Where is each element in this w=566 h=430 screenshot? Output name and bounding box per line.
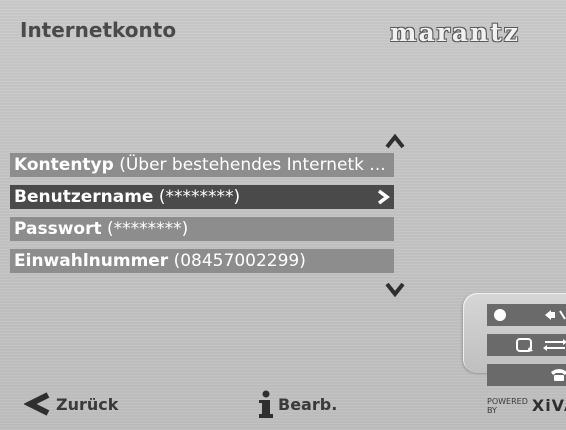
powered-by-text: POWERED BY: [487, 396, 528, 415]
list-item-benutzername[interactable]: Benutzername (********): [10, 185, 394, 209]
list-item-value: (08457002299): [168, 251, 306, 271]
chevron-right-icon: [377, 189, 390, 205]
repeat-shuffle-button[interactable]: [487, 334, 566, 356]
list-item-key: Einwahlnummer: [14, 251, 169, 271]
xiva-logo: POWERED BY XiVA: [487, 396, 566, 415]
arrow-left-icon: [24, 392, 50, 416]
list-item-passwort[interactable]: Passwort (********): [10, 217, 394, 241]
list-item-key: Benutzername: [14, 187, 154, 207]
list-item-value: (********): [101, 219, 189, 239]
repeat-icon: [516, 338, 566, 352]
brand-logo: marantz: [390, 18, 520, 46]
phone-icon: [551, 369, 566, 381]
list-item-key: Passwort: [14, 219, 102, 239]
edit-label: Bearb.: [278, 394, 338, 414]
edit-button[interactable]: Bearb.: [258, 390, 337, 418]
chevron-down-icon[interactable]: [384, 282, 406, 298]
list-item-kontentyp[interactable]: Kontentyp (Über bestehendes Internetk ..…: [10, 153, 394, 177]
list-item-value: (********): [153, 187, 241, 207]
back-label: Zurück: [56, 394, 119, 414]
xiva-wordmark: XiVA: [531, 396, 566, 415]
settings-list: Kontentyp (Über bestehendes Internetk ..…: [10, 153, 394, 281]
info-icon: [259, 390, 273, 418]
phone-button[interactable]: [487, 364, 566, 386]
list-item-value: (Über bestehendes Internetk ...: [113, 155, 386, 175]
back-button[interactable]: Zurück: [24, 392, 118, 416]
list-item-key: Kontentyp: [14, 155, 114, 175]
record-icon: [494, 309, 566, 321]
page-title: Internetkonto: [20, 18, 177, 42]
list-item-einwahlnummer[interactable]: Einwahlnummer (08457002299): [10, 249, 394, 273]
record-mute-button[interactable]: [487, 304, 566, 326]
chevron-up-icon[interactable]: [384, 133, 406, 149]
